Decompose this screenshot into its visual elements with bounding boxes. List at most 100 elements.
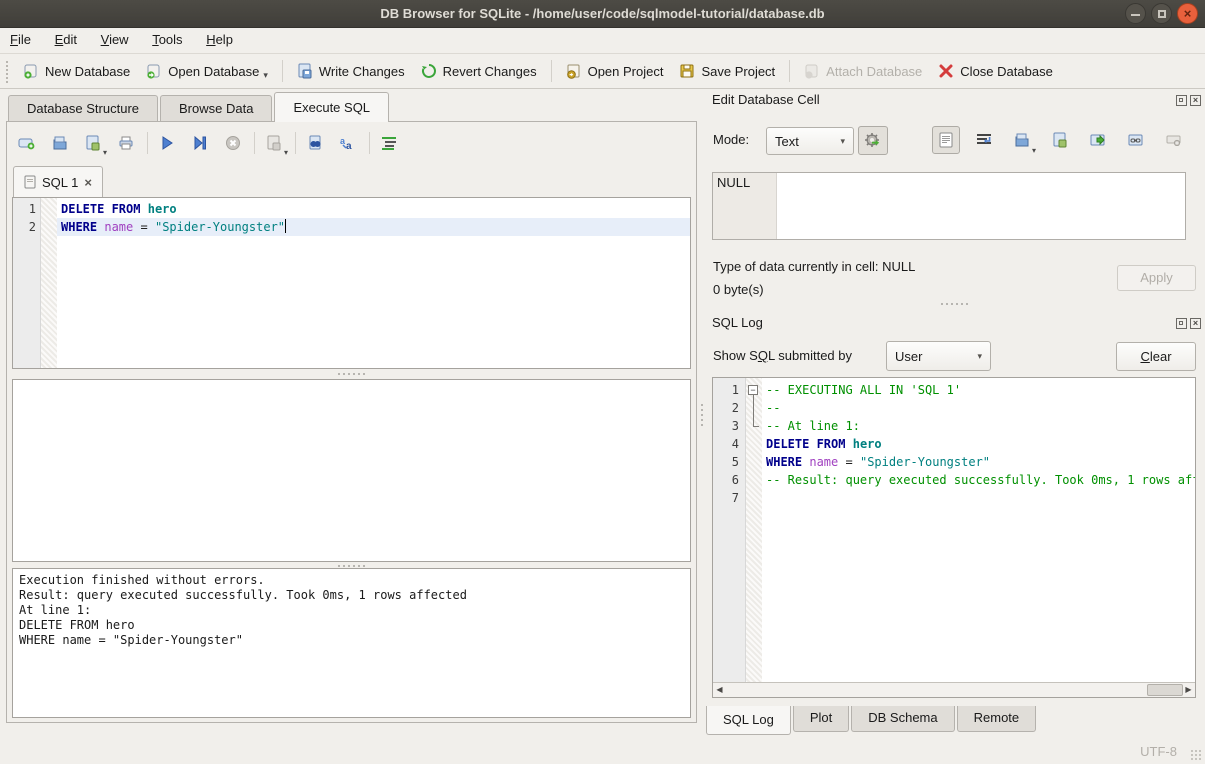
close-panel-icon[interactable]: × [1190, 318, 1201, 329]
float-panel-icon[interactable] [1176, 318, 1187, 329]
auto-apply-button[interactable] [858, 126, 888, 155]
chevron-down-icon: ▾ [977, 351, 982, 362]
menu-file[interactable]: File [0, 28, 41, 54]
tab-database-structure[interactable]: Database Structure [8, 95, 158, 122]
save-project-label: Save Project [701, 64, 775, 79]
editor-line-numbers: 12 [13, 198, 41, 368]
import-dropdown-caret[interactable]: ▾ [1032, 146, 1036, 155]
log-horizontal-scrollbar[interactable]: ◀ ▶ [713, 682, 1195, 697]
scrollbar-thumb[interactable] [1147, 684, 1183, 696]
sql-tab-label: SQL 1 [42, 175, 78, 190]
log-filter-select[interactable]: User ▾ [886, 341, 991, 371]
save-sql-file-button[interactable]: ▾ [79, 130, 107, 156]
fold-marker[interactable]: − [746, 381, 762, 399]
fold-marker[interactable] [746, 399, 762, 417]
new-sql-tab-button[interactable] [13, 130, 41, 156]
execute-line-button[interactable] [186, 130, 214, 156]
line-number: 4 [713, 435, 739, 453]
toolbar-drag-handle[interactable] [4, 59, 9, 83]
svg-text:a: a [346, 141, 352, 151]
copy-link-button[interactable] [1122, 126, 1150, 154]
editor-results-splitter[interactable] [12, 371, 691, 377]
close-icon: × [1178, 4, 1197, 23]
sql-editor-toolbar: ▾ ▾ aa [13, 127, 408, 159]
minimize-button[interactable] [1125, 3, 1146, 24]
encoding-status[interactable]: UTF-8 [1140, 744, 1177, 759]
close-database-button[interactable]: Close Database [930, 59, 1061, 83]
fold-marker [746, 435, 762, 453]
sql-editor[interactable]: 12 DELETE FROM heroWHERE name = "Spider-… [12, 197, 691, 369]
clear-log-button[interactable]: Clear [1116, 342, 1196, 371]
sql-tab-close-icon[interactable]: × [84, 175, 92, 190]
tab-execute-sql[interactable]: Execute SQL [274, 92, 389, 122]
cell-value-editor[interactable]: NULL [712, 172, 1186, 240]
sql-log-header: SQL Log [712, 315, 763, 335]
text-cursor [285, 219, 286, 233]
tab-remote[interactable]: Remote [957, 706, 1037, 732]
toolbar-separator [369, 132, 370, 154]
results-grid[interactable] [12, 379, 691, 562]
revert-changes-button[interactable]: Revert Changes [413, 59, 545, 83]
cell-log-splitter[interactable] [712, 301, 1196, 307]
log-line: -- [762, 399, 1195, 417]
tab-browse-data[interactable]: Browse Data [160, 95, 272, 122]
mode-value: Text [775, 134, 799, 149]
toolbar-separator [551, 60, 552, 82]
log-fold-margin[interactable]: − [746, 378, 762, 683]
execute-all-button[interactable] [153, 130, 181, 156]
mode-select[interactable]: Text ▾ [766, 127, 854, 155]
open-project-button[interactable]: Open Project [558, 59, 672, 83]
export-cell-data-button[interactable] [1046, 126, 1074, 154]
print-cell-button[interactable] [1198, 126, 1205, 154]
float-panel-icon[interactable] [1176, 95, 1187, 106]
write-changes-button[interactable]: Write Changes [289, 59, 413, 83]
scroll-left-arrow[interactable]: ◀ [713, 683, 726, 697]
title-bar: DB Browser for SQLite - /home/user/code/… [0, 0, 1205, 28]
open-database-dropdown-caret[interactable]: ▾ [263, 70, 268, 81]
menu-help[interactable]: Help [196, 28, 243, 54]
sql-log-view[interactable]: 1234567 − -- EXECUTING ALL IN 'SQL 1'---… [712, 377, 1196, 698]
line-number: 6 [713, 471, 739, 489]
tab-plot[interactable]: Plot [793, 706, 849, 732]
dock-tab-bar: SQL Log Plot DB Schema Remote [706, 706, 1038, 736]
save-project-icon [679, 63, 695, 79]
fold-marker[interactable] [746, 417, 762, 435]
menu-tools[interactable]: Tools [142, 28, 192, 54]
open-in-external-button[interactable] [1084, 126, 1112, 154]
save-results-button: ▾ [260, 130, 288, 156]
edit-cell-header: Edit Database Cell [712, 92, 820, 112]
tab-sql-log[interactable]: SQL Log [706, 706, 791, 735]
attach-database-icon [804, 63, 820, 79]
open-database-button[interactable]: Open Database ▾ [138, 59, 276, 83]
menu-edit[interactable]: Edit [45, 28, 87, 54]
menu-view[interactable]: View [91, 28, 139, 54]
open-sql-file-button[interactable] [46, 130, 74, 156]
log-line: WHERE name = "Spider-Youngster" [762, 453, 1195, 471]
auto-complete-button[interactable]: aa [334, 130, 362, 156]
word-wrap-button[interactable] [970, 126, 998, 154]
editor-code-area[interactable]: DELETE FROM heroWHERE name = "Spider-You… [57, 198, 690, 368]
cell-text-area[interactable] [777, 173, 1185, 239]
sql1-tab[interactable]: SQL 1 × [13, 166, 103, 197]
save-project-button[interactable]: Save Project [671, 59, 783, 83]
toolbar-separator [789, 60, 790, 82]
save-sql-dropdown-caret[interactable]: ▾ [103, 148, 107, 157]
maximize-button[interactable] [1151, 3, 1172, 24]
panel-splitter[interactable] [699, 395, 705, 435]
close-button[interactable]: × [1177, 3, 1198, 24]
main-tab-bar: Database Structure Browse Data Execute S… [8, 92, 391, 122]
log-line: -- EXECUTING ALL IN 'SQL 1' [762, 381, 1195, 399]
log-code-area: -- EXECUTING ALL IN 'SQL 1'---- At line … [762, 378, 1195, 683]
import-cell-data-button[interactable]: ▾ [1008, 126, 1036, 154]
format-sql-button[interactable] [375, 130, 403, 156]
scroll-right-arrow[interactable]: ▶ [1182, 683, 1195, 697]
find-replace-button[interactable] [301, 130, 329, 156]
log-line: DELETE FROM hero [762, 435, 1195, 453]
print-sql-button[interactable] [112, 130, 140, 156]
tab-db-schema[interactable]: DB Schema [851, 706, 954, 732]
close-panel-icon[interactable]: × [1190, 95, 1201, 106]
new-database-button[interactable]: New Database [15, 59, 138, 83]
resize-grip[interactable] [1191, 750, 1201, 760]
line-number: 5 [713, 453, 739, 471]
text-mode-button[interactable] [932, 126, 960, 154]
